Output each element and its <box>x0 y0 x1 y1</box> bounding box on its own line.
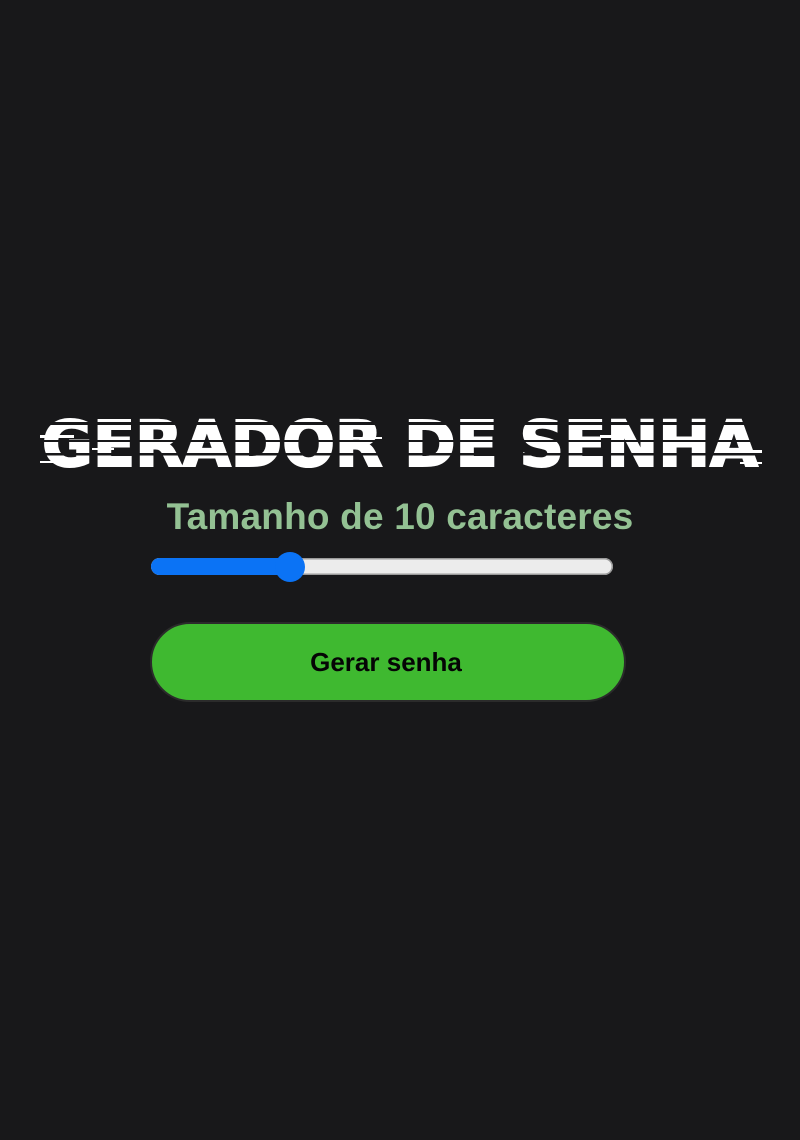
slider-fill <box>151 558 290 575</box>
generate-password-button-label: Gerar senha <box>310 646 462 677</box>
generate-password-button[interactable]: Gerar senha <box>150 622 626 702</box>
page-title-container: GERADOR DE SENHA <box>0 395 800 480</box>
page-title-graphic: GERADOR DE SENHA <box>40 407 762 480</box>
slider-thumb[interactable] <box>274 551 305 582</box>
page-title: GERADOR DE SENHA <box>42 408 758 480</box>
password-length-slider[interactable] <box>151 551 613 582</box>
password-length-label: Tamanho de 10 caracteres <box>166 496 634 537</box>
